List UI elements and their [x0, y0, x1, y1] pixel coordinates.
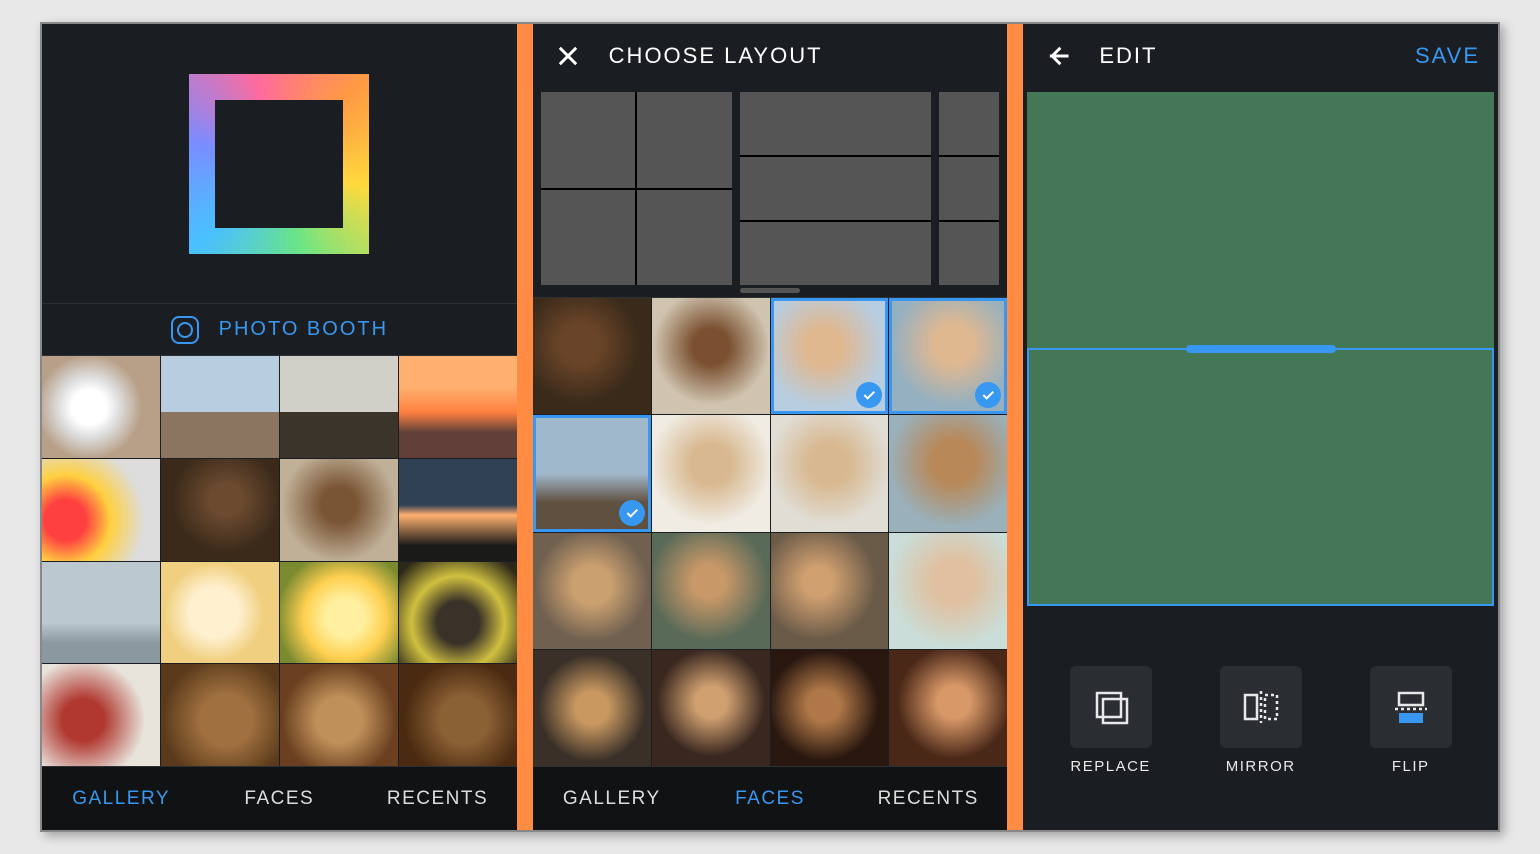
- replace-icon: [1070, 666, 1152, 748]
- faces-thumb[interactable]: [771, 650, 889, 766]
- screen-home: PHOTO BOOTH GALLERY FACES RECENTS: [42, 24, 517, 830]
- tabbar: GALLERY FACES RECENTS: [42, 766, 517, 830]
- camera-icon: [171, 316, 199, 344]
- header-title: EDIT: [1099, 43, 1157, 69]
- gallery-thumb[interactable]: [42, 459, 160, 561]
- gallery-thumb[interactable]: [399, 562, 517, 664]
- faces-thumb[interactable]: [889, 298, 1007, 414]
- gallery-thumb[interactable]: [280, 562, 398, 664]
- mirror-icon: [1220, 666, 1302, 748]
- faces-thumb[interactable]: [652, 533, 770, 649]
- faces-grid: [533, 298, 1008, 830]
- photo-booth-button[interactable]: PHOTO BOOTH: [42, 304, 517, 356]
- faces-thumb[interactable]: [652, 415, 770, 531]
- back-arrow-icon[interactable]: [1041, 39, 1075, 73]
- tool-label: REPLACE: [1070, 758, 1151, 775]
- tabbar: GALLERY FACES RECENTS: [533, 766, 1008, 830]
- faces-thumb[interactable]: [889, 533, 1007, 649]
- selected-check-icon: [856, 382, 882, 408]
- gallery-thumb[interactable]: [280, 356, 398, 458]
- tool-label: FLIP: [1392, 758, 1430, 775]
- screen-choose-layout: CHOOSE LAYOUT: [533, 24, 1008, 830]
- selected-check-icon: [975, 382, 1001, 408]
- close-icon[interactable]: [551, 39, 585, 73]
- splitter-handle-icon[interactable]: [1186, 345, 1336, 353]
- flip-icon: [1370, 666, 1452, 748]
- faces-thumb[interactable]: [533, 650, 651, 766]
- gallery-thumb[interactable]: [42, 562, 160, 664]
- tab-recents[interactable]: RECENTS: [358, 767, 516, 830]
- photo-booth-label: PHOTO BOOTH: [219, 318, 388, 341]
- selected-check-icon: [619, 500, 645, 526]
- header-title: CHOOSE LAYOUT: [609, 43, 823, 69]
- gallery-thumb[interactable]: [161, 562, 279, 664]
- faces-thumb[interactable]: [652, 650, 770, 766]
- tab-faces[interactable]: FACES: [200, 767, 358, 830]
- tab-gallery[interactable]: GALLERY: [533, 767, 691, 830]
- gallery-thumb[interactable]: [42, 356, 160, 458]
- gallery-thumb[interactable]: [280, 459, 398, 561]
- gallery-thumb[interactable]: [161, 459, 279, 561]
- tool-replace[interactable]: REPLACE: [1056, 666, 1166, 775]
- faces-thumb[interactable]: [533, 415, 651, 531]
- faces-thumb[interactable]: [771, 533, 889, 649]
- layout-option-rows[interactable]: [740, 92, 931, 285]
- faces-thumb[interactable]: [652, 298, 770, 414]
- layout-cell-bottom[interactable]: [1027, 348, 1494, 606]
- tool-flip[interactable]: FLIP: [1356, 666, 1466, 775]
- layout-options-row: [533, 88, 1008, 298]
- layout-option-grid[interactable]: [541, 92, 732, 285]
- layout-cell-top[interactable]: [1027, 92, 1494, 348]
- faces-thumb[interactable]: [533, 298, 651, 414]
- gallery-thumb[interactable]: [161, 356, 279, 458]
- header: EDIT SAVE: [1023, 24, 1498, 88]
- layout-app-logo: [189, 74, 369, 254]
- logo-area: [42, 24, 517, 304]
- header: CHOOSE LAYOUT: [533, 24, 1008, 88]
- gallery-thumb[interactable]: [42, 664, 160, 766]
- save-button[interactable]: SAVE: [1415, 43, 1480, 69]
- edit-canvas: [1027, 92, 1494, 606]
- gallery-thumb[interactable]: [399, 664, 517, 766]
- drag-handle-icon[interactable]: [740, 288, 800, 293]
- tool-label: MIRROR: [1226, 758, 1296, 775]
- faces-thumb[interactable]: [889, 415, 1007, 531]
- gallery-grid: [42, 356, 517, 830]
- gallery-thumb[interactable]: [280, 664, 398, 766]
- tab-recents[interactable]: RECENTS: [849, 767, 1007, 830]
- three-screen-frame: PHOTO BOOTH GALLERY FACES RECENTS: [40, 22, 1500, 832]
- gallery-thumb[interactable]: [399, 356, 517, 458]
- tab-faces[interactable]: FACES: [691, 767, 849, 830]
- tab-gallery[interactable]: GALLERY: [42, 767, 200, 830]
- layout-option-column[interactable]: [939, 92, 999, 285]
- gallery-thumb[interactable]: [161, 664, 279, 766]
- faces-thumb[interactable]: [889, 650, 1007, 766]
- gallery-thumb[interactable]: [399, 459, 517, 561]
- edit-toolbar: REPLACE MIRROR FLI: [1023, 610, 1498, 830]
- faces-thumb[interactable]: [533, 533, 651, 649]
- screen-edit: EDIT SAVE REPLACE: [1023, 24, 1498, 830]
- faces-thumb[interactable]: [771, 415, 889, 531]
- tool-mirror[interactable]: MIRROR: [1206, 666, 1316, 775]
- faces-thumb[interactable]: [771, 298, 889, 414]
